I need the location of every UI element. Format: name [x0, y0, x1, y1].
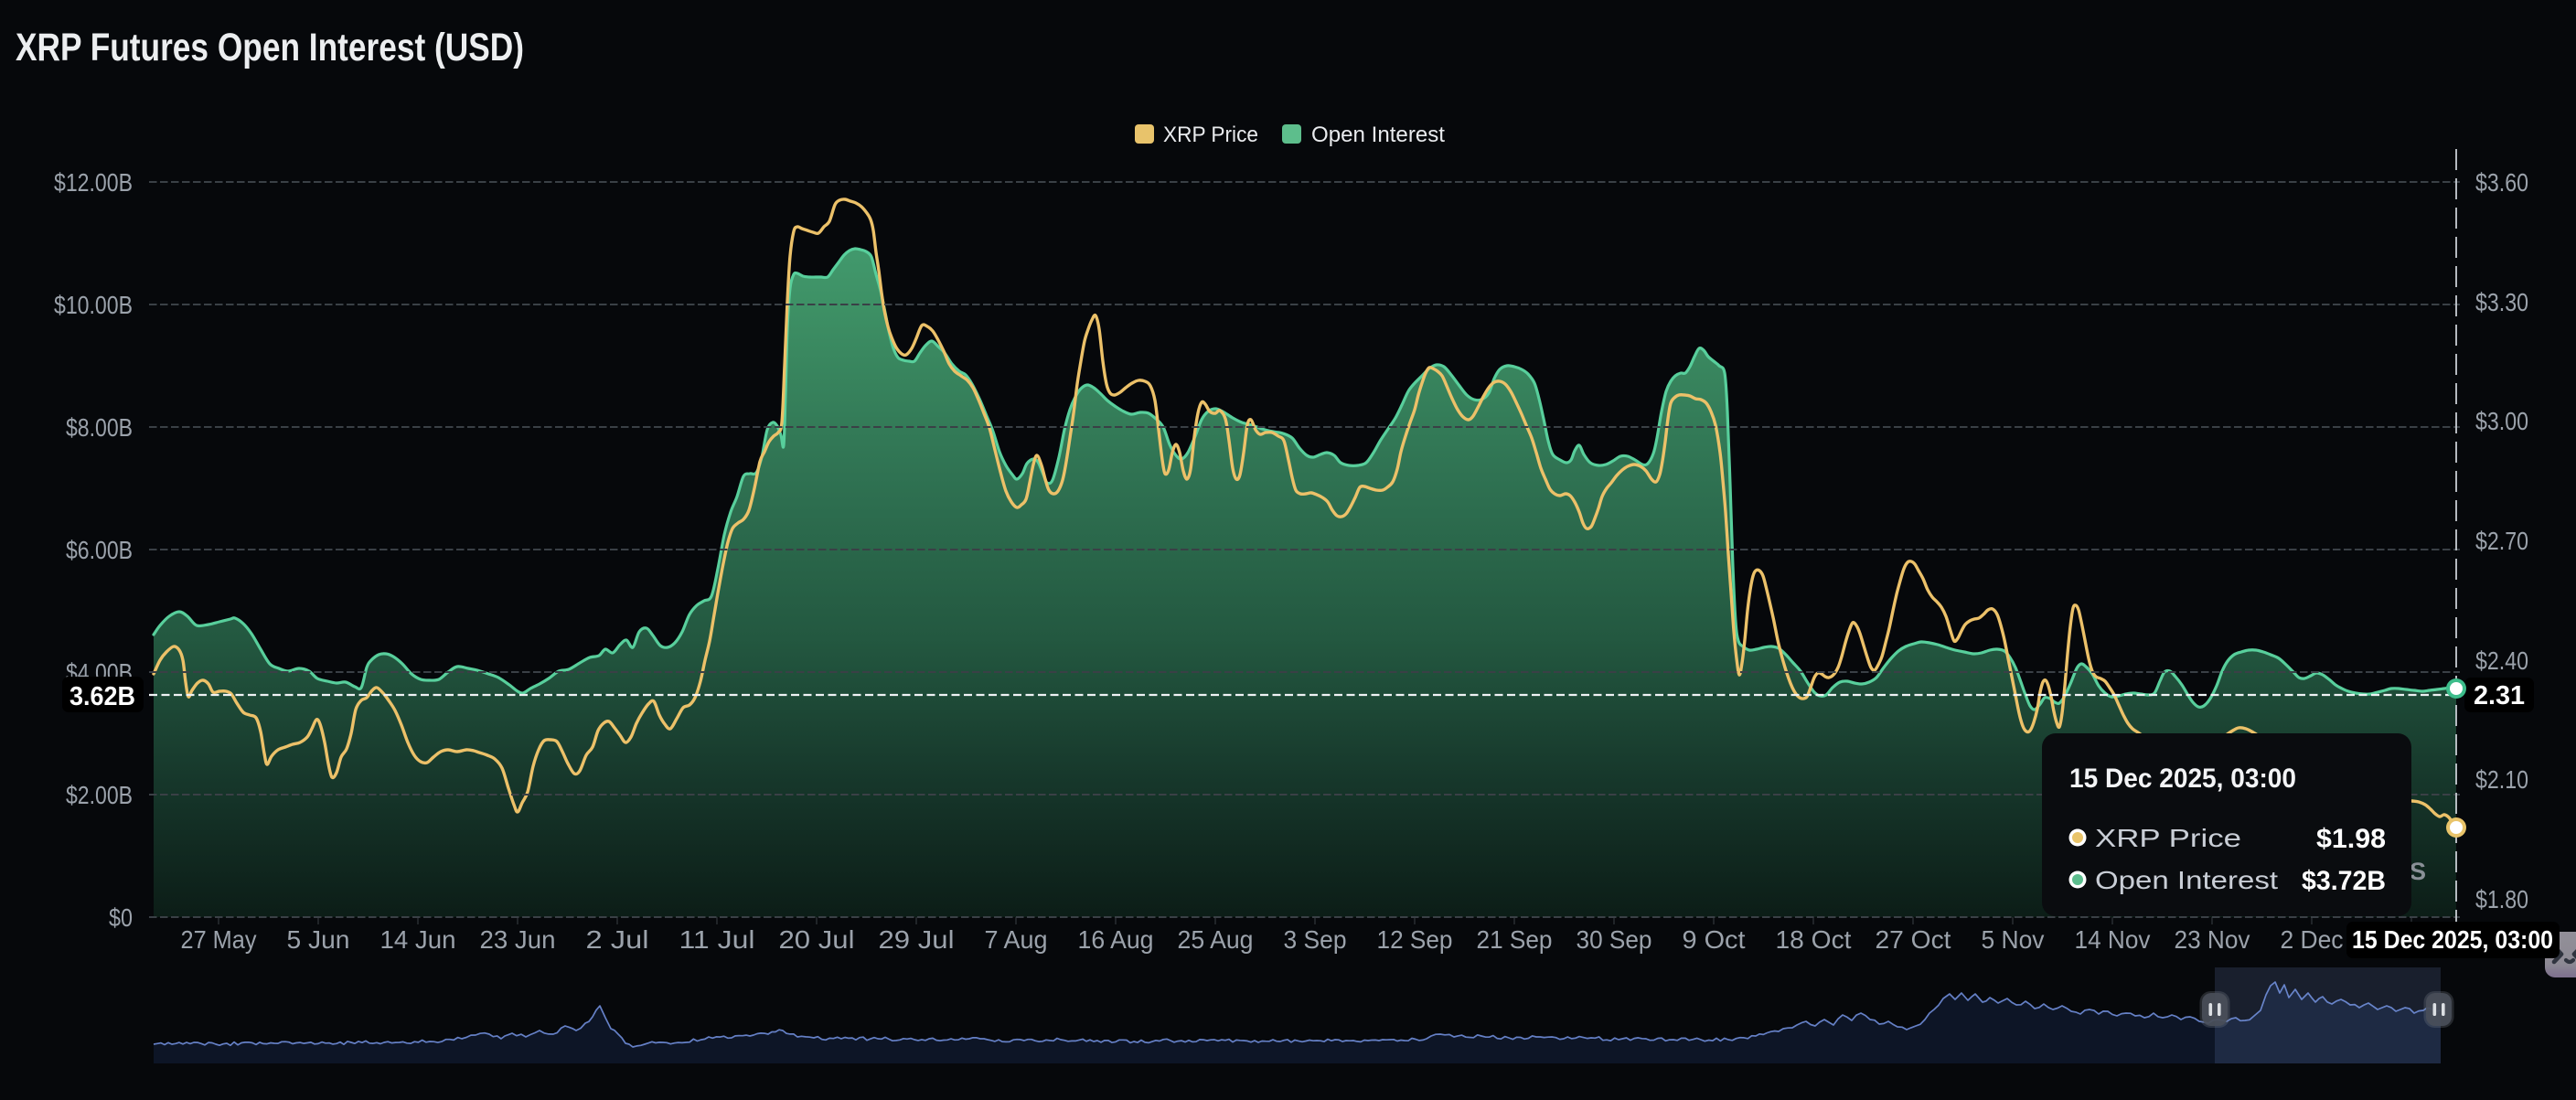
svg-text:2.31: 2.31 [2474, 681, 2525, 710]
svg-text:27 Oct: 27 Oct [1876, 925, 1951, 954]
svg-text:$3.72B: $3.72B [2302, 866, 2386, 896]
svg-text:$1.80: $1.80 [2475, 885, 2528, 913]
svg-text:5 Jun: 5 Jun [287, 925, 350, 954]
svg-text:3.62B: 3.62B [69, 682, 135, 711]
svg-text:$3.00: $3.00 [2475, 407, 2528, 435]
svg-text:7 Aug: 7 Aug [985, 925, 1048, 954]
svg-text:$2.40: $2.40 [2475, 646, 2528, 675]
svg-text:15 Dec 2025, 03:00: 15 Dec 2025, 03:00 [2069, 764, 2296, 794]
svg-text:21 Sep: 21 Sep [1477, 925, 1553, 954]
svg-text:16 Aug: 16 Aug [1078, 925, 1154, 954]
svg-text:$2.70: $2.70 [2475, 527, 2528, 555]
svg-text:$8.00B: $8.00B [66, 413, 133, 442]
svg-text:11 Jul: 11 Jul [679, 925, 755, 954]
svg-text:Open Interest: Open Interest [2095, 866, 2278, 894]
svg-text:27 May: 27 May [181, 925, 257, 954]
svg-text:2 Jul: 2 Jul [586, 925, 649, 954]
svg-text:3 Sep: 3 Sep [1284, 925, 1347, 954]
svg-text:29 Jul: 29 Jul [879, 925, 955, 954]
svg-text:$6.00B: $6.00B [66, 536, 133, 564]
svg-text:$10.00B: $10.00B [54, 291, 133, 319]
svg-text:$12.00B: $12.00B [54, 168, 133, 197]
svg-text:XRP Futures Open Interest (USD: XRP Futures Open Interest (USD) [16, 26, 524, 69]
svg-text:5 Nov: 5 Nov [1982, 925, 2045, 954]
svg-text:$2.00B: $2.00B [66, 781, 133, 809]
svg-text:12 Sep: 12 Sep [1377, 925, 1453, 954]
svg-text:9 Oct: 9 Oct [1683, 925, 1746, 954]
svg-text:25 Aug: 25 Aug [1178, 925, 1254, 954]
svg-text:30 Sep: 30 Sep [1577, 925, 1652, 954]
svg-text:18 Oct: 18 Oct [1776, 925, 1852, 954]
svg-text:14 Jun: 14 Jun [380, 925, 456, 954]
svg-text:15 Dec 2025, 03:00: 15 Dec 2025, 03:00 [2352, 925, 2553, 954]
svg-text:2 Dec: 2 Dec [2281, 925, 2344, 954]
svg-text:$1.98: $1.98 [2316, 824, 2386, 854]
svg-text:20 Jul: 20 Jul [779, 925, 855, 954]
svg-text:Open Interest: Open Interest [1311, 123, 1445, 147]
svg-text:14 Nov: 14 Nov [2075, 925, 2151, 954]
svg-text:XRP Price: XRP Price [2095, 824, 2241, 852]
svg-text:$0: $0 [109, 903, 133, 932]
svg-text:$2.10: $2.10 [2475, 765, 2528, 794]
svg-text:S: S [2410, 858, 2426, 885]
svg-text:23 Jun: 23 Jun [480, 925, 556, 954]
svg-text:XRP Price: XRP Price [1163, 123, 1258, 147]
svg-text:$3.30: $3.30 [2475, 288, 2528, 316]
svg-text:$3.60: $3.60 [2475, 168, 2528, 197]
svg-text:23 Nov: 23 Nov [2175, 925, 2250, 954]
